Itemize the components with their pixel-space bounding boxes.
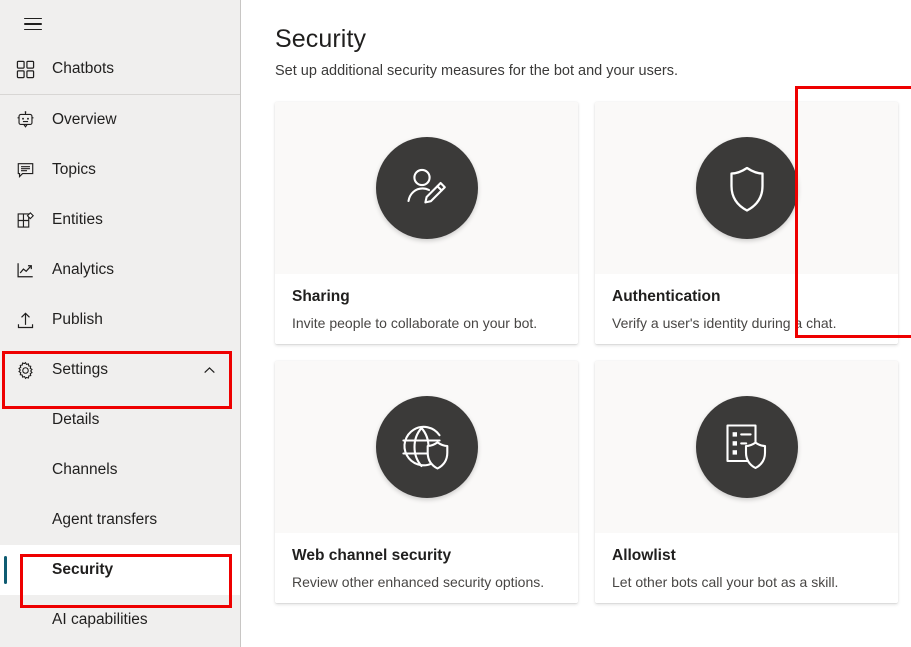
card-title: Authentication	[612, 288, 881, 307]
line-chart-icon	[16, 261, 52, 280]
card-icon-area	[275, 102, 578, 274]
sidebar-item-label: Publish	[52, 312, 103, 328]
card-description: Let other bots call your bot as a skill.	[612, 574, 881, 592]
sidebar-item-label: Chatbots	[52, 61, 114, 77]
document-shield-icon	[720, 421, 774, 473]
sidebar-item-label: Topics	[52, 162, 96, 178]
chevron-up-icon[interactable]	[203, 364, 216, 377]
sidebar-item-label: Overview	[52, 112, 117, 128]
grid-apps-icon	[16, 60, 52, 79]
sidebar-item-label: Channels	[52, 462, 118, 478]
sidebar-item-ai-capabilities[interactable]: AI capabilities	[0, 595, 240, 645]
sidebar-item-publish[interactable]: Publish	[0, 295, 240, 345]
selection-indicator	[4, 556, 7, 584]
sidebar-item-security[interactable]: Security	[0, 545, 240, 595]
icon-circle	[376, 137, 478, 239]
card-description: Invite people to collaborate on your bot…	[292, 315, 561, 333]
card-title: Web channel security	[292, 547, 561, 566]
sidebar: Chatbots Overview	[0, 0, 241, 647]
main-content: Security Set up additional security meas…	[241, 0, 911, 647]
sidebar-item-channels[interactable]: Channels	[0, 445, 240, 495]
speech-bubble-icon	[16, 161, 52, 180]
card-web-channel-security[interactable]: Web channel security Review other enhanc…	[275, 361, 578, 603]
entities-grid-icon	[16, 211, 52, 230]
shield-icon	[722, 162, 772, 214]
hamburger-line	[24, 18, 42, 20]
sidebar-item-analytics[interactable]: Analytics	[0, 245, 240, 295]
card-text-area: Allowlist Let other bots call your bot a…	[595, 533, 898, 603]
card-description: Verify a user's identity during a chat.	[612, 315, 881, 333]
gear-icon	[16, 361, 52, 380]
sidebar-item-entities[interactable]: Entities	[0, 195, 240, 245]
upload-arrow-icon	[16, 311, 52, 330]
card-text-area: Web channel security Review other enhanc…	[275, 533, 578, 603]
sidebar-item-label: AI capabilities	[52, 612, 148, 628]
card-icon-area	[595, 361, 898, 533]
card-icon-area	[275, 361, 578, 533]
icon-circle	[696, 396, 798, 498]
hamburger-line	[24, 23, 42, 25]
sidebar-item-overview[interactable]: Overview	[0, 95, 240, 145]
card-authentication[interactable]: Authentication Verify a user's identity …	[595, 102, 898, 344]
sidebar-item-label: Agent transfers	[52, 512, 157, 528]
sidebar-item-topics[interactable]: Topics	[0, 145, 240, 195]
icon-circle	[376, 396, 478, 498]
sidebar-item-label: Details	[52, 412, 99, 428]
card-title: Allowlist	[612, 547, 881, 566]
bot-icon	[16, 111, 52, 130]
card-allowlist[interactable]: Allowlist Let other bots call your bot a…	[595, 361, 898, 603]
sidebar-item-agent-transfers[interactable]: Agent transfers	[0, 495, 240, 545]
sidebar-item-label: Settings	[52, 362, 108, 378]
person-edit-icon	[400, 161, 454, 215]
globe-shield-icon	[399, 420, 455, 474]
sidebar-item-chatbots[interactable]: Chatbots	[0, 44, 240, 94]
card-title: Sharing	[292, 288, 561, 307]
app-root: Chatbots Overview	[0, 0, 911, 647]
sidebar-item-label: Analytics	[52, 262, 114, 278]
card-text-area: Sharing Invite people to collaborate on …	[275, 274, 578, 344]
hamburger-line	[24, 29, 42, 31]
page-title: Security	[275, 24, 911, 54]
hamburger-menu-icon[interactable]	[9, 4, 57, 44]
icon-circle	[696, 137, 798, 239]
card-icon-area	[595, 102, 898, 274]
page-subtitle: Set up additional security measures for …	[275, 63, 911, 79]
sidebar-item-label: Security	[52, 562, 113, 578]
card-sharing[interactable]: Sharing Invite people to collaborate on …	[275, 102, 578, 344]
sidebar-item-details[interactable]: Details	[0, 395, 240, 445]
sidebar-item-settings[interactable]: Settings	[0, 345, 240, 395]
card-description: Review other enhanced security options.	[292, 574, 561, 592]
card-text-area: Authentication Verify a user's identity …	[595, 274, 898, 344]
sidebar-item-label: Entities	[52, 212, 103, 228]
security-card-grid: Sharing Invite people to collaborate on …	[275, 102, 911, 603]
